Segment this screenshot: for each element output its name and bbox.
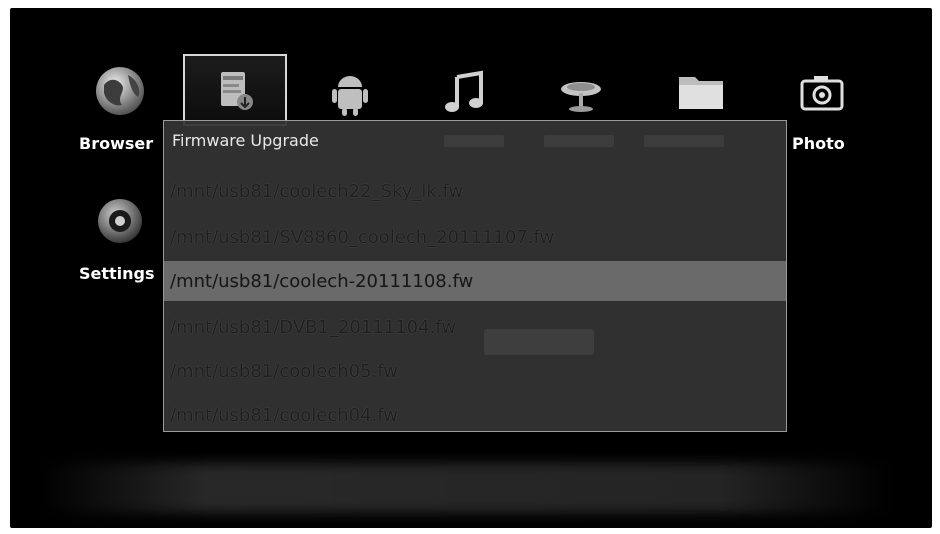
app-photo[interactable]	[787, 58, 857, 128]
settings-icon	[98, 199, 142, 243]
app-photo-label: Photo	[792, 134, 845, 153]
globe-icon	[96, 67, 144, 115]
camera-icon	[800, 76, 844, 111]
ghost-label	[544, 135, 614, 147]
upgrade-icon	[221, 72, 253, 110]
file-path: /mnt/usb81/coolech04.fw	[170, 404, 398, 426]
app-android[interactable]	[315, 58, 385, 128]
dialog-title: Firmware Upgrade	[172, 131, 319, 150]
file-path: /mnt/usb81/coolech05.fw	[170, 360, 398, 382]
app-settings-label: Settings	[79, 264, 155, 283]
satellite-icon	[561, 82, 601, 112]
ghost-label	[444, 135, 504, 147]
app-folder[interactable]	[666, 56, 736, 126]
app-browser[interactable]	[85, 56, 155, 126]
file-path: /mnt/usb81/SV8860_coolech_20111107.fw	[170, 226, 555, 248]
file-item[interactable]: /mnt/usb81/coolech05.fw	[164, 351, 786, 391]
folder-icon	[679, 77, 723, 109]
app-upgrade[interactable]	[183, 54, 287, 126]
file-item[interactable]: /mnt/usb81/coolech04.fw	[164, 395, 786, 435]
file-item[interactable]: /mnt/usb81/coolech22_Sky_lk.fw	[164, 171, 786, 211]
app-music[interactable]	[430, 58, 500, 128]
ghost-button	[484, 329, 594, 355]
android-icon	[332, 76, 368, 116]
tv-screen: Browser Photo Settings Firmware Upgrade …	[10, 8, 932, 528]
firmware-upgrade-dialog: Firmware Upgrade /mnt/usb81/coolech22_Sk…	[163, 120, 787, 432]
file-item-selected[interactable]: /mnt/usb81/coolech-20111108.fw	[164, 261, 786, 301]
file-item[interactable]: /mnt/usb81/DVB1_20111104.fw	[164, 307, 786, 347]
bottom-reflection	[40, 463, 890, 513]
app-browser-label: Browser	[79, 134, 154, 153]
file-item[interactable]: /mnt/usb81/SV8860_coolech_20111107.fw	[164, 217, 786, 257]
music-icon	[445, 70, 483, 112]
ghost-label	[644, 135, 724, 147]
app-settings[interactable]	[85, 186, 155, 256]
file-path: /mnt/usb81/coolech-20111108.fw	[170, 270, 474, 292]
file-path: /mnt/usb81/coolech22_Sky_lk.fw	[170, 180, 464, 202]
app-satellite[interactable]	[546, 58, 616, 128]
file-path: /mnt/usb81/DVB1_20111104.fw	[170, 316, 457, 338]
